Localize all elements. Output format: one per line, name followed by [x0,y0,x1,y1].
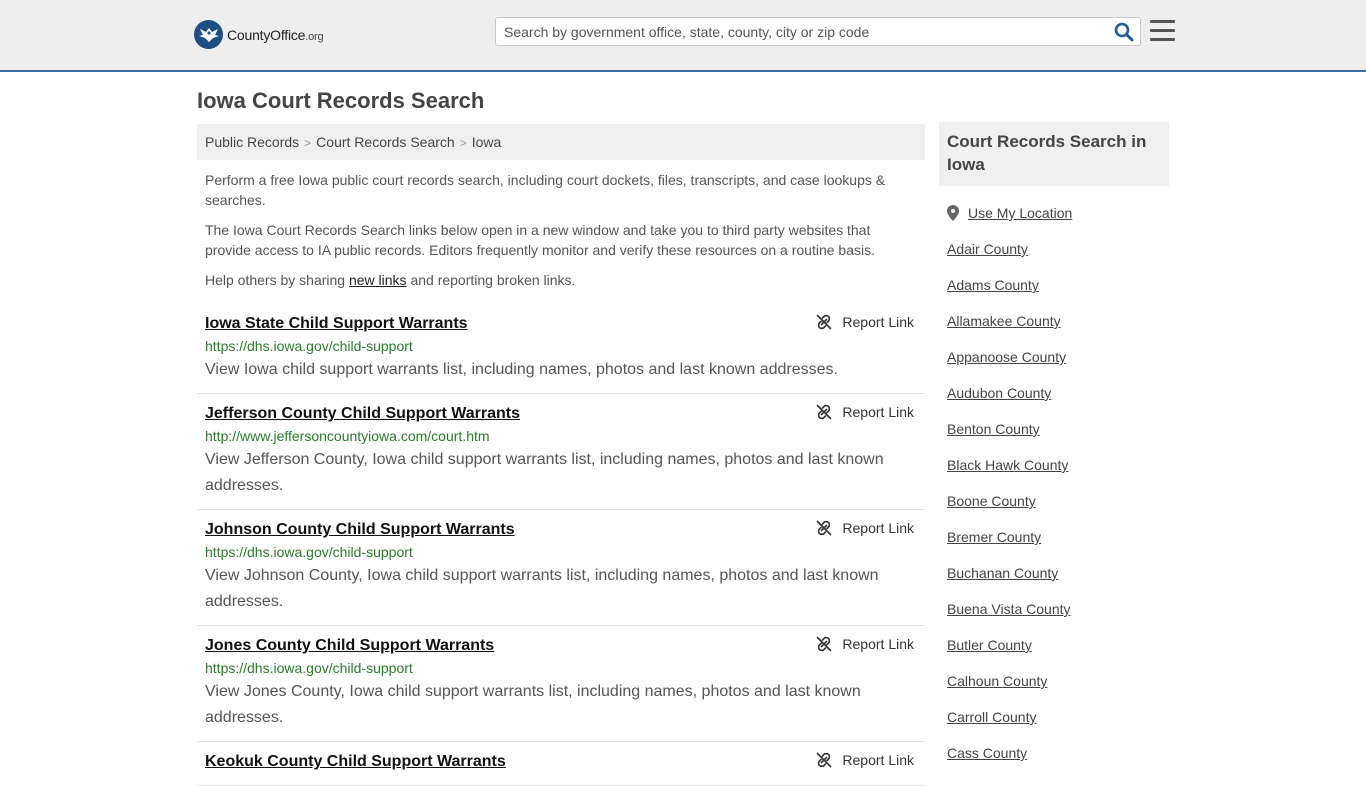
report-link-button[interactable]: Report Link [816,636,914,652]
report-link-label: Report Link [842,404,914,420]
county-list-item: Buena Vista County [947,582,1169,618]
site-search [495,17,1141,46]
result-item: Iowa State Child Support Warrants https:… [197,304,925,394]
report-link-label: Report Link [842,314,914,330]
result-description: View Johnson County, Iowa child support … [205,567,879,610]
intro-help-text: Help others by sharing [205,272,349,288]
report-link-button[interactable]: Report Link [816,314,914,330]
county-list-item: Cass County [947,726,1169,762]
breadcrumb-iowa[interactable]: Iowa [472,134,502,150]
county-list-item: Carroll County [947,690,1169,726]
broken-link-icon [817,404,832,420]
sidebar: Court Records Search in Iowa Use My Loca… [939,122,1169,762]
logo-wordmark: CountyOffice.org [227,26,324,43]
result-url: https://dhs.iowa.gov/child-support [205,544,413,560]
report-link-button[interactable]: Report Link [816,520,914,536]
result-title-link[interactable]: Johnson County Child Support Warrants [205,518,515,542]
county-list-item: Buchanan County [947,546,1169,582]
breadcrumb-public-records[interactable]: Public Records [205,134,299,150]
county-link[interactable]: Buchanan County [947,564,1058,582]
county-link[interactable]: Benton County [947,420,1040,438]
county-link[interactable]: Audubon County [947,384,1051,402]
result-title-link[interactable]: Jefferson County Child Support Warrants [205,402,520,426]
intro-paragraph-1: Perform a free Iowa public court records… [205,172,886,208]
county-list: Adair County Adams County Allamakee Coun… [947,222,1169,762]
county-list-item: Benton County [947,402,1169,438]
new-links-link[interactable]: new links [349,272,407,288]
logo-main-text: CountyOffice [227,26,306,43]
result-item: Keokuk County Child Support Warrants Rep… [197,742,925,786]
broken-link-icon [817,752,832,768]
county-list-item: Boone County [947,474,1169,510]
county-list-item: Butler County [947,618,1169,654]
use-my-location-link[interactable]: Use My Location [968,205,1072,221]
eagle-logo-icon [194,20,223,49]
results-list: Iowa State Child Support Warrants https:… [197,304,925,786]
county-list-item: Appanoose County [947,330,1169,366]
result-item: Johnson County Child Support Warrants ht… [197,510,925,626]
county-list-item: Allamakee County [947,294,1169,330]
county-link[interactable]: Carroll County [947,708,1036,726]
result-item: Jones County Child Support Warrants http… [197,626,925,742]
menu-bar [1150,38,1175,41]
broken-link-icon [817,520,832,536]
result-url: https://dhs.iowa.gov/child-support [205,338,413,354]
menu-bar [1150,20,1175,23]
county-link[interactable]: Black Hawk County [947,456,1068,474]
county-link[interactable]: Adams County [947,276,1039,294]
result-title-link[interactable]: Jones County Child Support Warrants [205,634,494,658]
intro-paragraph-2: The Iowa Court Records Search links belo… [205,222,876,258]
breadcrumb-separator-icon: > [304,136,312,150]
county-list-item: Audubon County [947,366,1169,402]
map-pin-icon [947,205,959,221]
county-link[interactable]: Buena Vista County [947,600,1071,618]
menu-bar [1150,29,1175,32]
hamburger-menu-icon[interactable] [1150,20,1175,42]
result-title-link[interactable]: Iowa State Child Support Warrants [205,312,468,336]
result-url: https://dhs.iowa.gov/child-support [205,660,413,676]
county-link[interactable]: Bremer County [947,528,1041,546]
county-link[interactable]: Boone County [947,492,1036,510]
site-header: CountyOffice.org [0,0,1366,72]
intro-paragraph-3: Help others by sharing new links and rep… [205,270,905,290]
result-description: View Jones County, Iowa child support wa… [205,683,861,726]
use-location-row: Use My Location [947,204,1169,222]
logo-suffix-text: .org [305,30,324,43]
search-icon[interactable] [1114,22,1134,42]
report-link-button[interactable]: Report Link [816,404,914,420]
report-link-button[interactable]: Report Link [816,752,914,768]
county-list-item: Bremer County [947,510,1169,546]
county-link[interactable]: Adair County [947,240,1028,258]
result-title-link[interactable]: Keokuk County Child Support Warrants [205,750,506,774]
result-description: View Iowa child support warrants list, i… [205,361,838,378]
county-link[interactable]: Calhoun County [947,672,1047,690]
county-link[interactable]: Appanoose County [947,348,1066,366]
search-input[interactable] [496,18,1106,45]
result-item: Jefferson County Child Support Warrants … [197,394,925,510]
county-list-item: Adams County [947,258,1169,294]
county-link[interactable]: Cass County [947,744,1027,762]
report-link-label: Report Link [842,520,914,536]
result-description: View Jefferson County, Iowa child suppor… [205,451,884,494]
report-link-label: Report Link [842,636,914,652]
page-title: Iowa Court Records Search [197,88,485,113]
report-link-label: Report Link [842,752,914,768]
broken-link-icon [817,636,832,652]
county-list-item: Black Hawk County [947,438,1169,474]
intro-help-text-end: and reporting broken links. [406,272,576,288]
broken-link-icon [817,314,832,330]
county-list-item: Calhoun County [947,654,1169,690]
county-link[interactable]: Butler County [947,636,1032,654]
county-list-item: Adair County [947,222,1169,258]
intro-text: Perform a free Iowa public court records… [205,170,905,300]
breadcrumb-separator-icon: > [459,136,467,150]
site-logo[interactable]: CountyOffice.org [194,20,324,49]
breadcrumb: Public Records > Court Records Search > Iowa [197,124,925,160]
breadcrumb-court-records-search[interactable]: Court Records Search [316,134,455,150]
result-url: http://www.jeffersoncountyiowa.com/court… [205,428,490,444]
sidebar-title: Court Records Search in Iowa [939,122,1169,186]
county-link[interactable]: Allamakee County [947,312,1061,330]
